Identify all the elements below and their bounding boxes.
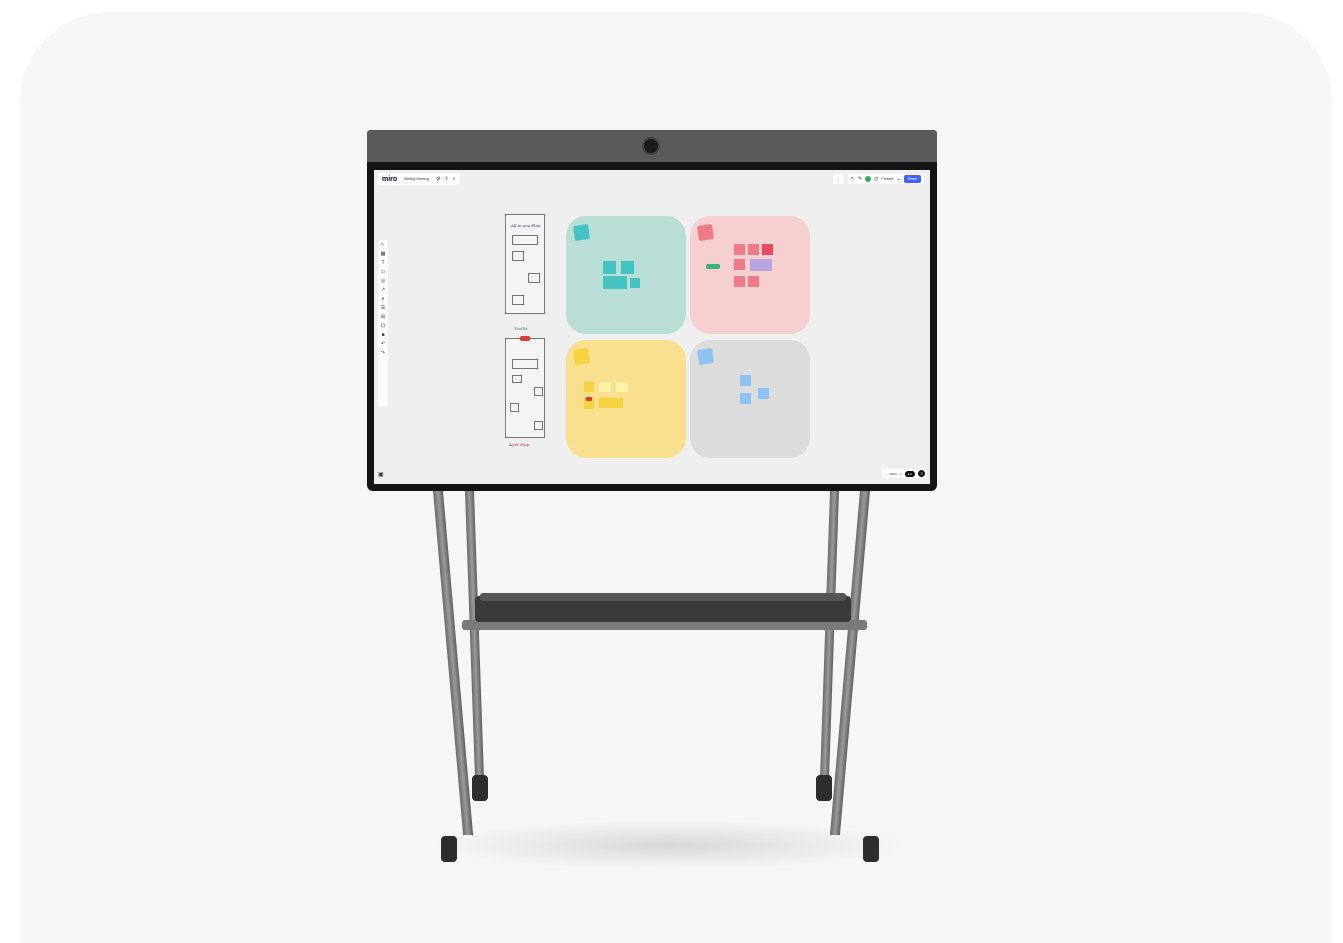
tools-chip: ⋮: [832, 174, 844, 184]
sketch-heading: All in one Plan: [511, 223, 541, 228]
upload-icon[interactable]: ⇪: [445, 176, 449, 182]
search-icon[interactable]: ⌕: [453, 176, 456, 182]
board-name[interactable]: Weekly Meeting: [401, 177, 432, 181]
wheel-right-back: [816, 775, 832, 801]
templates-icon[interactable]: ▦: [381, 252, 386, 257]
wireframe-sketch-top[interactable]: All in one Plan: [505, 214, 545, 314]
frame-teal[interactable]: [566, 216, 686, 334]
top-right-toolbar: ⋮ ↖ ✎ ◷ Present ⌄ Share: [832, 173, 924, 185]
redo-icon[interactable]: ↷: [381, 351, 385, 356]
wheel-left-back: [472, 775, 488, 801]
miro-logo[interactable]: miro: [382, 176, 397, 183]
sticky-note[interactable]: [630, 278, 640, 288]
pen-icon[interactable]: ✎: [858, 176, 862, 182]
sketch-box: [528, 273, 540, 283]
comment-icon[interactable]: ☰: [381, 306, 385, 311]
zoom-out-button[interactable]: −: [884, 472, 886, 476]
sticky-note[interactable]: [616, 382, 628, 392]
sticky-note[interactable]: [740, 393, 751, 404]
frame-icon-note: [697, 224, 714, 241]
sketch-footer-label: Next Step: [509, 442, 530, 447]
select-icon[interactable]: ↖: [381, 243, 385, 248]
connector-icon[interactable]: ↗: [381, 288, 385, 293]
chevron-down-icon[interactable]: ⌄: [896, 176, 900, 182]
sketch-box: [512, 235, 538, 245]
camera-lens-icon: [642, 137, 660, 155]
pen-tool-icon[interactable]: ∧: [381, 297, 385, 302]
frame-icon[interactable]: ⊞: [381, 315, 385, 320]
top-left-toolbar: miro Weekly Meeting ⚙ ⇪ ⌕: [378, 173, 460, 185]
whiteboard-screen: miro Weekly Meeting ⚙ ⇪ ⌕ ⋮ ↖ ✎ ◷ Presen…: [374, 170, 930, 484]
undo-icon[interactable]: ↶: [381, 342, 385, 347]
sticky-note[interactable]: [734, 244, 745, 255]
gear-icon[interactable]: ⚙: [436, 176, 440, 182]
sticky-note[interactable]: [748, 276, 759, 287]
more-apps-icon[interactable]: ■: [381, 333, 384, 338]
sticky-note[interactable]: [748, 244, 759, 255]
sticky-note[interactable]: [603, 261, 616, 274]
sketch-box: [534, 387, 543, 396]
sticky-note[interactable]: [734, 259, 745, 270]
collaboration-pill[interactable]: ● ●: [904, 470, 915, 477]
frame-icon-note: [573, 348, 590, 365]
status-badge: [706, 264, 720, 269]
sticky-note-icon[interactable]: ▭: [381, 270, 386, 275]
wheel-left-front: [441, 836, 457, 862]
sticky-note[interactable]: [599, 398, 623, 408]
sketch-box: [534, 421, 543, 430]
sticky-note[interactable]: [740, 375, 751, 386]
sketch-box: [512, 295, 524, 305]
shapes-icon[interactable]: ◎: [381, 279, 385, 284]
present-button[interactable]: Present: [881, 177, 893, 181]
sticky-note[interactable]: [758, 388, 769, 399]
zoom-controls: − 100% + ● ● ?: [882, 469, 927, 478]
sticky-note[interactable]: [584, 382, 594, 392]
frame-yellow[interactable]: [566, 340, 686, 458]
filter-icon[interactable]: ⋮: [836, 176, 841, 182]
sketch-footer-label: Toolkit: [514, 326, 528, 331]
sticky-note[interactable]: [734, 276, 745, 287]
zoom-in-button[interactable]: +: [900, 472, 902, 476]
avatar[interactable]: [865, 176, 872, 182]
zoom-level[interactable]: 100%: [889, 472, 897, 476]
help-icon[interactable]: ?: [918, 470, 925, 477]
wheel-right-front: [863, 836, 879, 862]
sketch-box: [512, 251, 524, 261]
timer-icon[interactable]: ◷: [874, 176, 878, 182]
stand-shelf-top: [480, 593, 846, 601]
sketch-box: [510, 403, 519, 412]
status-badge: [520, 336, 530, 341]
wireframe-sketch-bottom[interactable]: [505, 336, 545, 438]
sketch-box: [512, 375, 522, 383]
sticky-note[interactable]: [750, 259, 772, 271]
text-icon[interactable]: T: [381, 261, 384, 266]
frame-pink[interactable]: [690, 216, 810, 334]
share-button[interactable]: Share: [903, 175, 921, 183]
left-toolbar: ↖ ▦ T ▭ ◎ ↗ ∧ ☰ ⊞ ⊡ ■ ↶ ↷: [378, 240, 388, 406]
sketch-box: [512, 359, 538, 369]
collab-chip: ↖ ✎ ◷ Present ⌄ Share: [847, 174, 924, 184]
upload-tool-icon[interactable]: ⊡: [381, 324, 385, 329]
sticky-note[interactable]: [621, 261, 634, 274]
sticky-note[interactable]: [762, 244, 773, 255]
cursor-icon[interactable]: ↖: [851, 176, 855, 182]
sticky-note[interactable]: [599, 382, 611, 392]
frame-gray[interactable]: [690, 340, 810, 458]
status-badge: [586, 397, 592, 401]
frame-icon-note: [697, 348, 714, 365]
sidebar-toggle-icon[interactable]: ▣: [378, 471, 384, 478]
sticky-note[interactable]: [603, 276, 627, 289]
frame-icon-note: [573, 224, 590, 241]
